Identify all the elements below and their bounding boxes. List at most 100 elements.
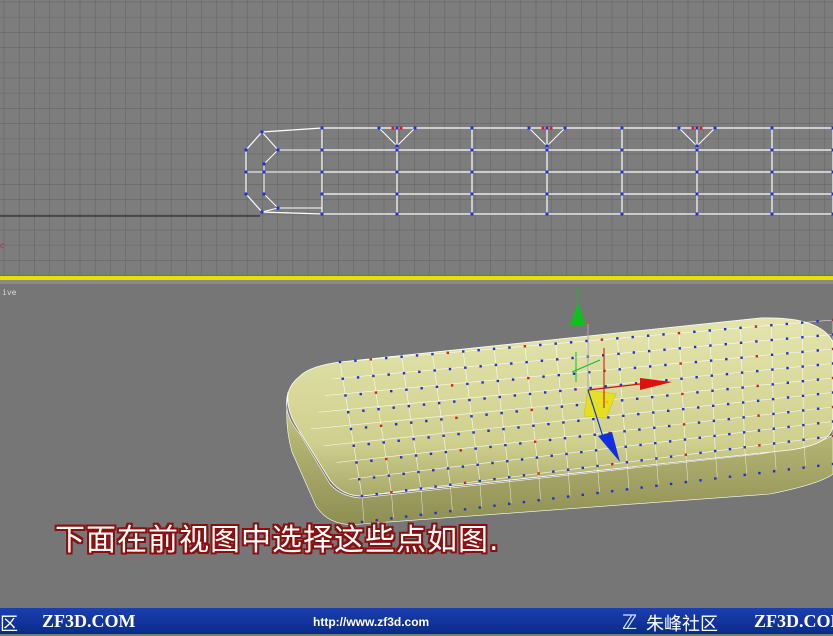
footer-left-brand[interactable]: ZF3D.COM (42, 611, 136, 632)
mesh-vertex (565, 453, 567, 455)
mesh-vertex (556, 358, 558, 360)
mesh-vertex (400, 127, 403, 130)
mesh-vertex (546, 127, 549, 130)
gizmo-y-arrow[interactable] (570, 302, 586, 326)
mesh-vertex (528, 127, 531, 130)
mesh-vertex (415, 454, 417, 456)
mesh-vertex (523, 474, 525, 476)
mesh-vertex (639, 444, 641, 446)
mesh-vertex (772, 413, 774, 415)
mesh-vertex (741, 386, 743, 388)
mesh-vertex (771, 354, 773, 356)
mesh-vertex (440, 418, 442, 420)
mesh-vertex (423, 403, 425, 405)
mesh-vertex (678, 332, 680, 334)
mesh-vertex (621, 399, 623, 401)
mesh-vertex (471, 213, 474, 216)
mesh-vertex (693, 331, 695, 333)
mesh-vertex (479, 365, 481, 367)
mesh-vertex (596, 492, 598, 494)
mesh-vertex (683, 423, 685, 425)
mesh-vertex (681, 393, 683, 395)
mesh-vertex (601, 338, 603, 340)
mesh-vertex (788, 468, 790, 470)
mesh-edge (547, 128, 565, 146)
mesh-vertex (504, 444, 506, 446)
mesh-vertex (817, 465, 819, 467)
mesh-vertex (471, 193, 474, 196)
mesh-vertex (472, 431, 474, 433)
mesh-vertex (694, 346, 696, 348)
mesh-vertex (447, 352, 449, 354)
mesh-vertex (634, 367, 636, 369)
axis-mark: c (0, 241, 4, 250)
mesh-vertex (377, 408, 379, 410)
mesh-vertex (263, 171, 266, 174)
mesh-vertex (698, 421, 700, 423)
mesh-vertex (682, 408, 684, 410)
mesh-vertex (491, 462, 493, 464)
mesh-vertex (554, 342, 556, 344)
mesh-vertex (534, 440, 536, 442)
mesh-vertex (742, 401, 744, 403)
mesh-vertex (667, 410, 669, 412)
mesh-vertex (372, 375, 374, 377)
mesh-vertex (370, 460, 372, 462)
mesh-vertex (432, 469, 434, 471)
mesh-vertex (400, 356, 402, 358)
mesh-vertex (771, 127, 774, 130)
mesh-vertex (695, 376, 697, 378)
viewport-grid (0, 0, 833, 276)
mesh-vertex (434, 485, 436, 487)
mesh-vertex (570, 341, 572, 343)
mesh-vertex (679, 362, 681, 364)
mesh-vertex (410, 421, 412, 423)
mesh-vertex (479, 480, 481, 482)
mesh-vertex (817, 422, 819, 424)
mesh-vertex (510, 362, 512, 364)
mesh-vertex (414, 127, 417, 130)
mesh-vertex (802, 439, 804, 441)
front-viewport[interactable]: c (0, 0, 833, 276)
perspective-viewport[interactable]: ive Y (0, 284, 833, 608)
mesh-vertex (801, 336, 803, 338)
mesh-vertex (370, 358, 372, 360)
mesh-vertex (647, 335, 649, 337)
mesh-vertex (392, 127, 395, 130)
mesh-vertex (564, 437, 566, 439)
mesh-vertex (724, 328, 726, 330)
mesh-vertex (532, 425, 534, 427)
mesh-vertex (582, 467, 584, 469)
mesh-vertex (670, 483, 672, 485)
perspective-viewport-canvas[interactable]: Y (0, 284, 833, 608)
mesh-vertex (685, 454, 687, 456)
mesh-vertex (696, 213, 699, 216)
mesh-vertex (373, 476, 375, 478)
front-viewport-canvas[interactable]: c (0, 0, 833, 276)
mesh-vertex (551, 455, 553, 457)
mesh-vertex (549, 439, 551, 441)
mesh-vertex (523, 501, 525, 503)
mesh-vertex (655, 457, 657, 459)
mesh-vertex (390, 491, 392, 493)
mesh-edge (529, 128, 547, 146)
mesh-vertex (385, 458, 387, 460)
footer-url-link[interactable]: http://www.zf3d.com (313, 615, 429, 629)
mesh-vertex (685, 481, 687, 483)
mesh-vertex (728, 433, 730, 435)
mesh-vertex (576, 404, 578, 406)
mesh-vertex (493, 348, 495, 350)
footer-logo-text: 朱峰社区 (646, 610, 718, 636)
mesh-vertex (524, 345, 526, 347)
mesh-vertex (756, 370, 758, 372)
front-mesh-wireframe[interactable] (245, 127, 833, 216)
mesh-vertex (594, 434, 596, 436)
mesh-vertex (802, 380, 804, 382)
footer-right-brand[interactable]: ZF3D.COM (754, 611, 833, 632)
mesh-vertex (430, 453, 432, 455)
viewport-label[interactable]: ive (2, 288, 16, 297)
mesh-vertex (668, 425, 670, 427)
mesh-vertex (651, 396, 653, 398)
mesh-vertex (546, 149, 549, 152)
mesh-vertex (567, 495, 569, 497)
